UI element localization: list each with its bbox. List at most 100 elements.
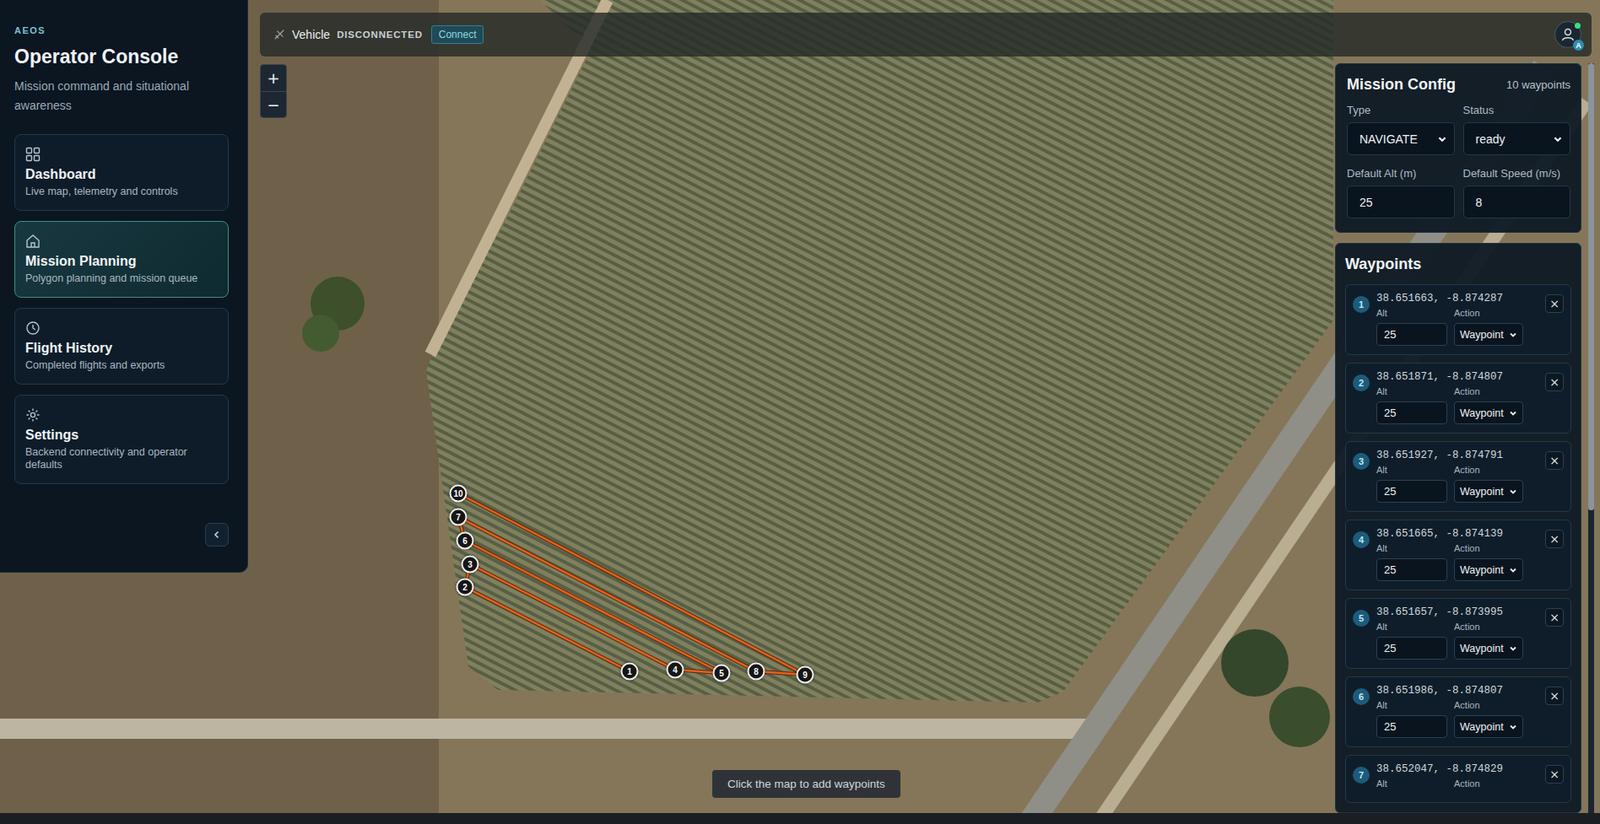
alt-label: Alt	[1376, 778, 1448, 790]
action-select[interactable]: Waypoint	[1454, 480, 1524, 503]
remove-button[interactable]: ×	[1545, 765, 1564, 784]
waypoint-item[interactable]: 338.651927, -8.874791AltAction25Waypoint…	[1345, 441, 1572, 513]
panel-title: Mission Config	[1346, 75, 1456, 94]
waypoint-coords: 38.651927, -8.874791	[1376, 448, 1539, 463]
nav-item[interactable]: Flight HistoryCompleted flights and expo…	[14, 308, 229, 385]
zoom-button[interactable]: +	[260, 64, 287, 92]
waypoint-marker[interactable]: 9	[796, 666, 815, 685]
mission-config-panel: Mission Config10 waypointsTypeNAVIGATESt…	[1335, 63, 1582, 233]
waypoint-number: 7	[1352, 767, 1370, 784]
action-select[interactable]: Waypoint	[1454, 401, 1524, 425]
collapse-button[interactable]	[205, 523, 229, 547]
waypoint-number: 4	[1352, 531, 1370, 549]
grid-icon	[25, 146, 41, 163]
chevron-down-icon	[1437, 134, 1448, 145]
config-field: Status ready	[1463, 103, 1572, 156]
alt-input[interactable]: 25	[1376, 401, 1448, 425]
chevron-down-icon	[1508, 330, 1518, 340]
alt-input[interactable]: 25	[1376, 715, 1448, 739]
scrollbar[interactable]	[1588, 63, 1595, 814]
remove-button[interactable]: ×	[1545, 529, 1564, 549]
nav-label: Mission Planning	[25, 254, 218, 270]
remove-button[interactable]: ×	[1545, 294, 1564, 314]
action-select[interactable]: Waypoint	[1454, 323, 1524, 346]
alt-label: Alt	[1376, 621, 1448, 633]
waypoint-marker[interactable]: 7	[449, 508, 468, 527]
waypoint-item[interactable]: 638.651986, -8.874807AltAction25Waypoint…	[1345, 676, 1572, 748]
input-field[interactable]: 8	[1463, 185, 1572, 219]
waypoint-item[interactable]: 238.651871, -8.874807AltAction25Waypoint…	[1345, 362, 1572, 434]
waypoint-marker[interactable]: 1	[621, 663, 639, 682]
alt-input[interactable]: 25	[1376, 558, 1448, 582]
select-field[interactable]: ready	[1463, 122, 1572, 156]
alt-label: Alt	[1376, 699, 1448, 712]
user-avatar[interactable]: A	[1554, 21, 1582, 49]
action-select[interactable]: Waypoint	[1454, 715, 1524, 739]
remove-button[interactable]: ×	[1545, 608, 1564, 628]
scrollbar-thumb[interactable]	[1588, 63, 1595, 511]
alt-label: Alt	[1376, 385, 1448, 398]
waypoint-number: 5	[1352, 610, 1370, 628]
waypoint-marker[interactable]: 10	[449, 485, 468, 503]
waypoint-marker[interactable]: 8	[747, 663, 766, 682]
clock-icon	[25, 320, 41, 336]
nav-description: Polygon planning and mission queue	[25, 272, 218, 286]
nav-label: Dashboard	[25, 167, 218, 183]
field-label: Status	[1463, 103, 1572, 117]
waypoint-coords: 38.651657, -8.873995	[1376, 605, 1539, 620]
waypoint-number: 3	[1352, 453, 1370, 471]
nav-item[interactable]: SettingsBackend connectivity and operato…	[14, 394, 229, 485]
chevron-down-icon	[1508, 644, 1518, 654]
vehicle-icon	[273, 28, 286, 41]
waypoint-marker[interactable]: 3	[461, 556, 480, 574]
chevron-down-icon	[1508, 566, 1518, 575]
panel-title: Waypoints	[1345, 254, 1572, 275]
action-label: Action	[1454, 307, 1524, 319]
nav-label: Settings	[25, 427, 218, 444]
waypoint-marker[interactable]: 6	[456, 532, 475, 551]
bottom-strip	[0, 813, 1600, 824]
waypoint-number: 6	[1352, 688, 1370, 706]
waypoint-item[interactable]: 5 38.651657, -8.873995Alt Action 25 Waypoint…	[1345, 598, 1572, 670]
waypoint-number: 2	[1352, 374, 1370, 392]
waypoint-marker[interactable]: 2	[456, 578, 475, 597]
config-field: Default Alt (m)25	[1346, 167, 1455, 219]
field-label: Default Speed (m/s)	[1463, 167, 1572, 180]
mission-panel: Mission Config10 waypointsTypeNAVIGATESt…	[1335, 63, 1582, 814]
app-title: Operator Console	[14, 45, 229, 69]
waypoint-item[interactable]: 438.651665, -8.874139AltAction25Waypoint…	[1345, 519, 1572, 591]
remove-button[interactable]: ×	[1545, 372, 1564, 392]
waypoint-item[interactable]: 138.651663, -8.874287AltAction25Waypoint…	[1345, 284, 1572, 356]
alt-input[interactable]: 25	[1376, 323, 1448, 346]
remove-button[interactable]: ×	[1545, 451, 1564, 471]
nav-item[interactable]: Mission Planning Polygon planning and mis…	[14, 221, 229, 298]
waypoint-coords: 38.651871, -8.874807	[1376, 370, 1539, 384]
waypoint-coords: 38.651663, -8.874287	[1376, 291, 1539, 306]
alt-label: Alt	[1376, 307, 1448, 319]
alt-input[interactable]: 25	[1376, 480, 1448, 503]
waypoint-marker[interactable]: 4	[666, 661, 685, 680]
app-subtitle: Mission command and situational awarenes…	[14, 76, 209, 116]
action-label: Action	[1454, 621, 1524, 633]
action-select[interactable]: Waypoint	[1454, 558, 1524, 582]
waypoint-item[interactable]: 738.652047, -8.874829AltAction×	[1345, 755, 1572, 804]
select-field[interactable]: NAVIGATE	[1346, 122, 1455, 156]
home-icon	[25, 233, 41, 249]
top-bar: VehicleDISCONNECTEDConnectA	[259, 12, 1592, 57]
input-field[interactable]: 25	[1346, 185, 1455, 219]
waypoint-list: 138.651663, -8.874287AltAction25Waypoint…	[1345, 284, 1572, 804]
alt-input[interactable]: 25	[1376, 637, 1448, 660]
nav-description: Completed flights and exports	[25, 359, 218, 373]
chevron-down-icon	[1508, 409, 1518, 418]
nav-item[interactable]: DashboardLive map, telemetry and control…	[14, 134, 229, 211]
alt-label: Alt	[1376, 542, 1448, 555]
action-select[interactable]: Waypoint	[1454, 637, 1524, 660]
remove-button[interactable]: ×	[1545, 686, 1564, 706]
vehicle-label: Vehicle	[291, 27, 330, 42]
waypoint-marker[interactable]: 5	[713, 664, 731, 683]
zoom-button[interactable]: −	[260, 91, 287, 118]
action-label: Action	[1454, 464, 1524, 476]
connect-button[interactable]: Connect	[431, 25, 485, 44]
gear-icon	[25, 407, 41, 423]
action-label: Action	[1454, 542, 1524, 555]
